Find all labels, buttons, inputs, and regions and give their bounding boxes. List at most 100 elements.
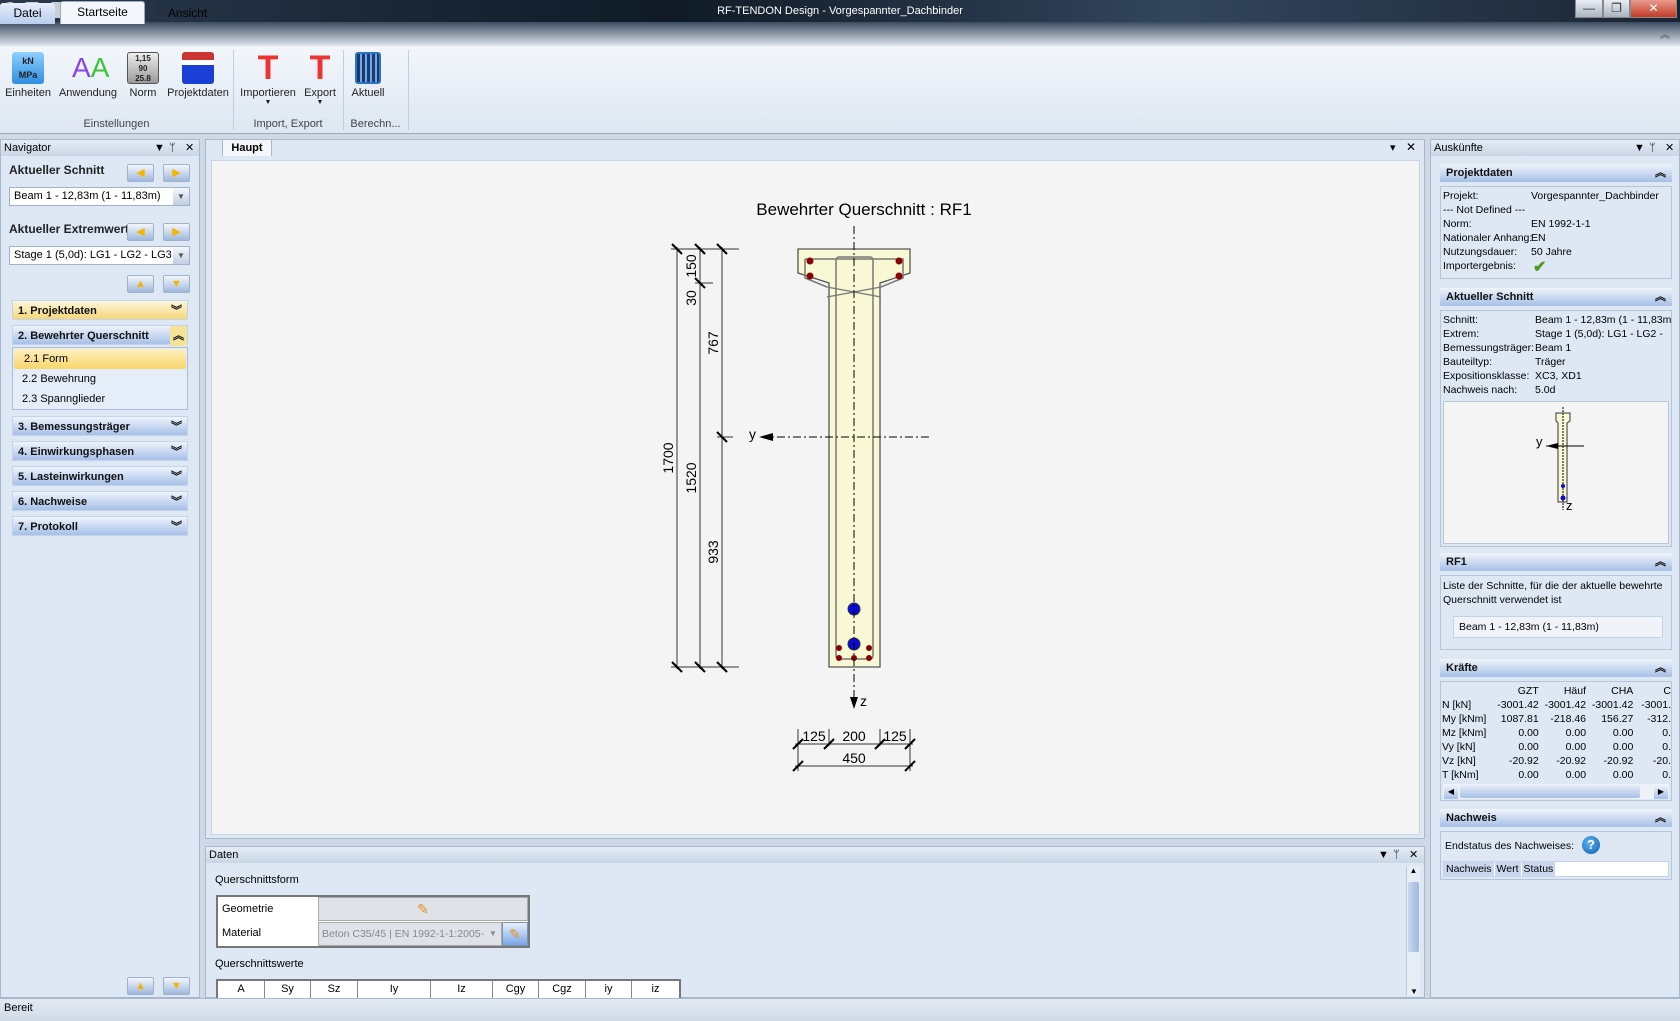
chevron-down-icon[interactable]: ▼: [173, 247, 189, 264]
column-a[interactable]: A: [218, 981, 265, 998]
column-sy[interactable]: Sy: [265, 981, 311, 998]
pin-icon[interactable]: ᛘ: [1649, 140, 1656, 156]
column-cgy[interactable]: Cgy: [493, 981, 539, 998]
prev-section-button[interactable]: ◀: [127, 164, 154, 182]
move-down-button[interactable]: ▼: [163, 275, 190, 293]
close-icon[interactable]: ✕: [1409, 847, 1418, 863]
collapse-icon[interactable]: ︽: [1655, 809, 1666, 827]
close-icon[interactable]: ✕: [185, 140, 194, 156]
edit-geometry-button[interactable]: ✎: [318, 897, 528, 921]
next-extreme-button[interactable]: ▶: [163, 223, 190, 241]
move-up-button[interactable]: ▲: [127, 275, 154, 293]
rf1-section-header[interactable]: RF1 ︽: [1440, 553, 1672, 571]
nav-section-protokoll[interactable]: 7. Protokoll ︾: [12, 516, 188, 536]
rf1-section-list-item[interactable]: Beam 1 - 12,83m (1 - 11,83m): [1453, 616, 1663, 638]
tab-ansicht[interactable]: Ansicht: [155, 3, 220, 24]
prev-extreme-button[interactable]: ◀: [127, 223, 154, 241]
material-select[interactable]: Beton C35/45 | EN 1992-1-1:2005-10 ▼: [318, 922, 502, 946]
nav-item-bewehrung[interactable]: 2.2 Bewehrung: [12, 369, 188, 389]
next-section-button[interactable]: ▶: [163, 164, 190, 182]
pin-icon[interactable]: ᛘ: [169, 140, 176, 156]
collapse-icon[interactable]: ︽: [1655, 659, 1666, 677]
column-header[interactable]: Nachweis: [1444, 862, 1495, 876]
pin-icon[interactable]: ᛘ: [1393, 847, 1400, 863]
document-close-icon[interactable]: ✕: [1406, 140, 1416, 154]
aktueller-schnitt-section-header[interactable]: Aktueller Schnitt ︽: [1440, 288, 1672, 306]
scroll-down-icon[interactable]: ▼: [1407, 987, 1421, 996]
scroll-right-icon[interactable]: ▶: [1654, 784, 1668, 799]
anwendung-button[interactable]: AA Anwendung: [56, 52, 120, 99]
nav-item-form[interactable]: 2.1 Form: [14, 349, 186, 369]
chevron-down-icon[interactable]: ▼: [173, 188, 189, 205]
document-dropdown-icon[interactable]: ▾: [1390, 141, 1396, 154]
importieren-button[interactable]: T Importieren ▼: [238, 51, 298, 106]
minimize-button[interactable]: —: [1575, 0, 1603, 18]
tab-startseite[interactable]: Startseite: [60, 1, 145, 24]
dropdown-icon[interactable]: ▼: [1378, 847, 1389, 863]
column-iy[interactable]: Iy: [358, 981, 431, 998]
column-sz[interactable]: Sz: [311, 981, 358, 998]
scrollbar-thumb[interactable]: [1408, 882, 1419, 952]
chevron-down-icon[interactable]: ▼: [485, 923, 501, 945]
aktuell-button[interactable]: Aktuell: [348, 52, 388, 99]
nav-section-bewehrter-querschnitt[interactable]: 2. Bewehrter Querschnitt ︽: [12, 325, 188, 346]
close-icon[interactable]: ✕: [1665, 140, 1674, 156]
collapse-icon[interactable]: ︽: [1655, 288, 1666, 306]
nav-item-spannglieder[interactable]: 2.3 Spannglieder: [12, 389, 188, 409]
dropdown-icon[interactable]: ▼: [1634, 140, 1645, 156]
table-row: Vy [kN] 0.00 0.00 0.00 0.: [1442, 740, 1671, 754]
dim-1520: 1520: [683, 462, 699, 493]
column-iy-radius[interactable]: iy: [586, 981, 632, 998]
rebar: [895, 272, 903, 280]
daten-scrollbar[interactable]: ▲ ▼: [1406, 866, 1420, 996]
nav-section-label: 7. Protokoll: [18, 521, 78, 533]
rf1-section: Liste der Schnitte, für die der aktuelle…: [1440, 575, 1672, 650]
column-cgz[interactable]: Cgz: [539, 981, 586, 998]
export-button[interactable]: T Export ▼: [300, 51, 340, 106]
tab-haupt[interactable]: Haupt: [222, 139, 272, 156]
scroll-up-button[interactable]: ▲: [127, 977, 154, 995]
projektdaten-section-header[interactable]: Projektdaten ︽: [1440, 164, 1672, 182]
drawing-canvas[interactable]: Bewehrter Querschnitt : RF1 z y 1700 152…: [211, 160, 1420, 835]
current-section-select[interactable]: Beam 1 - 12,83m (1 - 11,83m) ▼: [9, 187, 190, 206]
scrollbar-thumb[interactable]: [1460, 785, 1640, 798]
einheiten-button[interactable]: kN MPa Einheiten: [4, 52, 52, 99]
dim-200: 200: [842, 728, 866, 744]
anwendung-label: Anwendung: [58, 87, 118, 99]
forces-horizontal-scrollbar[interactable]: ◀ ▶: [1443, 784, 1669, 799]
collapse-icon[interactable]: ︽: [1655, 553, 1666, 571]
projektdaten-button[interactable]: Projektdaten: [166, 52, 230, 99]
nav-section-lasteinwirkungen[interactable]: 5. Lasteinwirkungen ︾: [12, 466, 188, 486]
cell: -3001.: [1641, 699, 1671, 711]
collapse-ribbon-icon[interactable]: ︽: [1660, 26, 1670, 41]
nav-section-projektdaten[interactable]: 1. Projektdaten ︾: [12, 300, 188, 320]
column-iz-radius[interactable]: iz: [632, 981, 679, 998]
cell: 0.00: [1565, 727, 1587, 739]
scroll-down-button[interactable]: ▼: [163, 977, 190, 995]
norm-button[interactable]: 1,15 90 25.8 Norm: [124, 52, 162, 99]
column-header[interactable]: Wert: [1494, 862, 1522, 876]
edit-material-button[interactable]: ✎: [502, 922, 528, 946]
nav-section-einwirkungsphasen[interactable]: 4. Einwirkungsphasen ︾: [12, 441, 188, 461]
current-extreme-select[interactable]: Stage 1 (5,0d): LG1 - LG2 - LG3 ▼: [9, 246, 190, 265]
info-key: Schnitt:: [1443, 314, 1479, 326]
nav-section-nachweise[interactable]: 6. Nachweise ︾: [12, 491, 188, 511]
help-icon[interactable]: ?: [1582, 836, 1600, 854]
scroll-left-icon[interactable]: ◀: [1444, 784, 1458, 799]
dropdown-icon[interactable]: ▼: [154, 140, 165, 156]
nachweis-section-header[interactable]: Nachweis ︽: [1440, 809, 1672, 827]
restore-button[interactable]: ❐: [1603, 0, 1630, 18]
nav-section-bemessungstraeger[interactable]: 3. Bemessungsträger ︾: [12, 416, 188, 436]
forces-table: GZT Häuf CHA C N [kN] -3001.42 -3001.42 -30…: [1442, 684, 1671, 782]
collapse-icon[interactable]: ︽: [1655, 164, 1666, 182]
scroll-up-icon[interactable]: ▲: [1407, 866, 1420, 880]
z-axis-arrow: [850, 697, 858, 709]
close-button[interactable]: ✕: [1630, 0, 1677, 18]
current-extreme-value: Stage 1 (5,0d): LG1 - LG2 - LG3: [14, 249, 172, 261]
tab-datei[interactable]: Datei: [0, 3, 55, 24]
navigator-title: Navigator: [4, 142, 52, 154]
pencil-icon: ✎: [417, 901, 429, 917]
column-iz[interactable]: Iz: [431, 981, 493, 998]
kraefte-section-header[interactable]: Kräfte ︽: [1440, 659, 1672, 677]
column-header[interactable]: Status: [1521, 862, 1556, 876]
